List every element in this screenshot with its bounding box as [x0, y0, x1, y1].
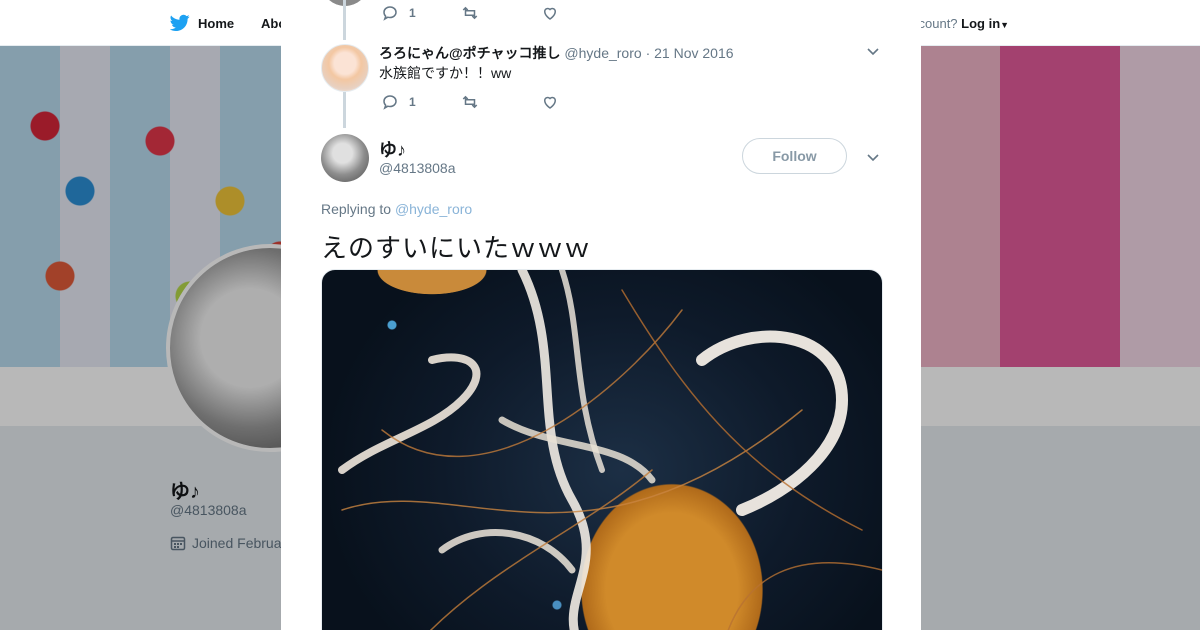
tweet-photo[interactable]: [321, 269, 883, 630]
prev-tweet-actions: 1: [381, 4, 621, 22]
reply-dot: ·: [645, 45, 651, 61]
main-author-name[interactable]: ゆ♪: [379, 136, 406, 162]
like-icon: [543, 7, 557, 20]
nav-home-link[interactable]: Home: [170, 14, 234, 32]
reply-actions: 1: [381, 93, 621, 111]
main-tweet-avatar[interactable]: [321, 134, 369, 182]
retweet-icon: [462, 95, 478, 109]
thread-line: [343, 92, 346, 128]
reply-author-handle[interactable]: @hyde_roro: [564, 45, 641, 61]
like-action[interactable]: [541, 93, 621, 111]
login-prompt: ccount? Log in▼: [912, 16, 1009, 31]
reply-action[interactable]: 1: [381, 93, 461, 111]
retweet-action[interactable]: [461, 93, 541, 111]
thread-line: [343, 0, 346, 40]
reply-action[interactable]: 1: [381, 4, 461, 22]
replying-to: Replying to @hyde_roro: [321, 201, 472, 217]
twitter-bird-icon: [170, 14, 190, 32]
chevron-down-icon[interactable]: [866, 44, 880, 58]
follow-button[interactable]: Follow: [742, 138, 847, 174]
retweet-action[interactable]: [461, 4, 541, 22]
reply-icon: [383, 6, 397, 21]
chevron-down-icon[interactable]: [866, 150, 880, 164]
replying-to-handle[interactable]: @hyde_roro: [395, 201, 472, 217]
reply-text: 水族館ですか！！ww: [379, 65, 512, 81]
nav-home-label: Home: [198, 15, 235, 31]
login-link[interactable]: Log in: [961, 16, 1000, 31]
main-tweet-text: えのすいにいたｗｗｗ: [321, 233, 592, 263]
reply-header: ろろにゃん@ポチャッコ推し @hyde_roro · 21 Nov 2016: [379, 43, 734, 63]
jellyfish-photo-art: [338, 270, 882, 630]
reply-author-name[interactable]: ろろにゃん@ポチャッコ推し: [379, 45, 561, 61]
close-icon[interactable]: ✕: [1152, 9, 1180, 39]
reply-date[interactable]: 21 Nov 2016: [654, 45, 733, 61]
like-icon: [543, 96, 557, 109]
caret-down-icon: ▼: [1000, 20, 1010, 30]
tweet-permalink-modal: 1 ろろにゃん@ポチャッコ推し @hyde_roro · 21 Nov 2016…: [281, 0, 921, 630]
replying-to-label: Replying to: [321, 201, 392, 217]
reply-count: 1: [409, 95, 416, 109]
retweet-icon: [462, 6, 478, 20]
reply-icon: [383, 95, 397, 110]
like-action[interactable]: [541, 4, 621, 22]
main-author-handle[interactable]: @4813808a: [379, 160, 456, 176]
reply-avatar[interactable]: [321, 44, 369, 92]
reply-count: 1: [409, 6, 416, 20]
